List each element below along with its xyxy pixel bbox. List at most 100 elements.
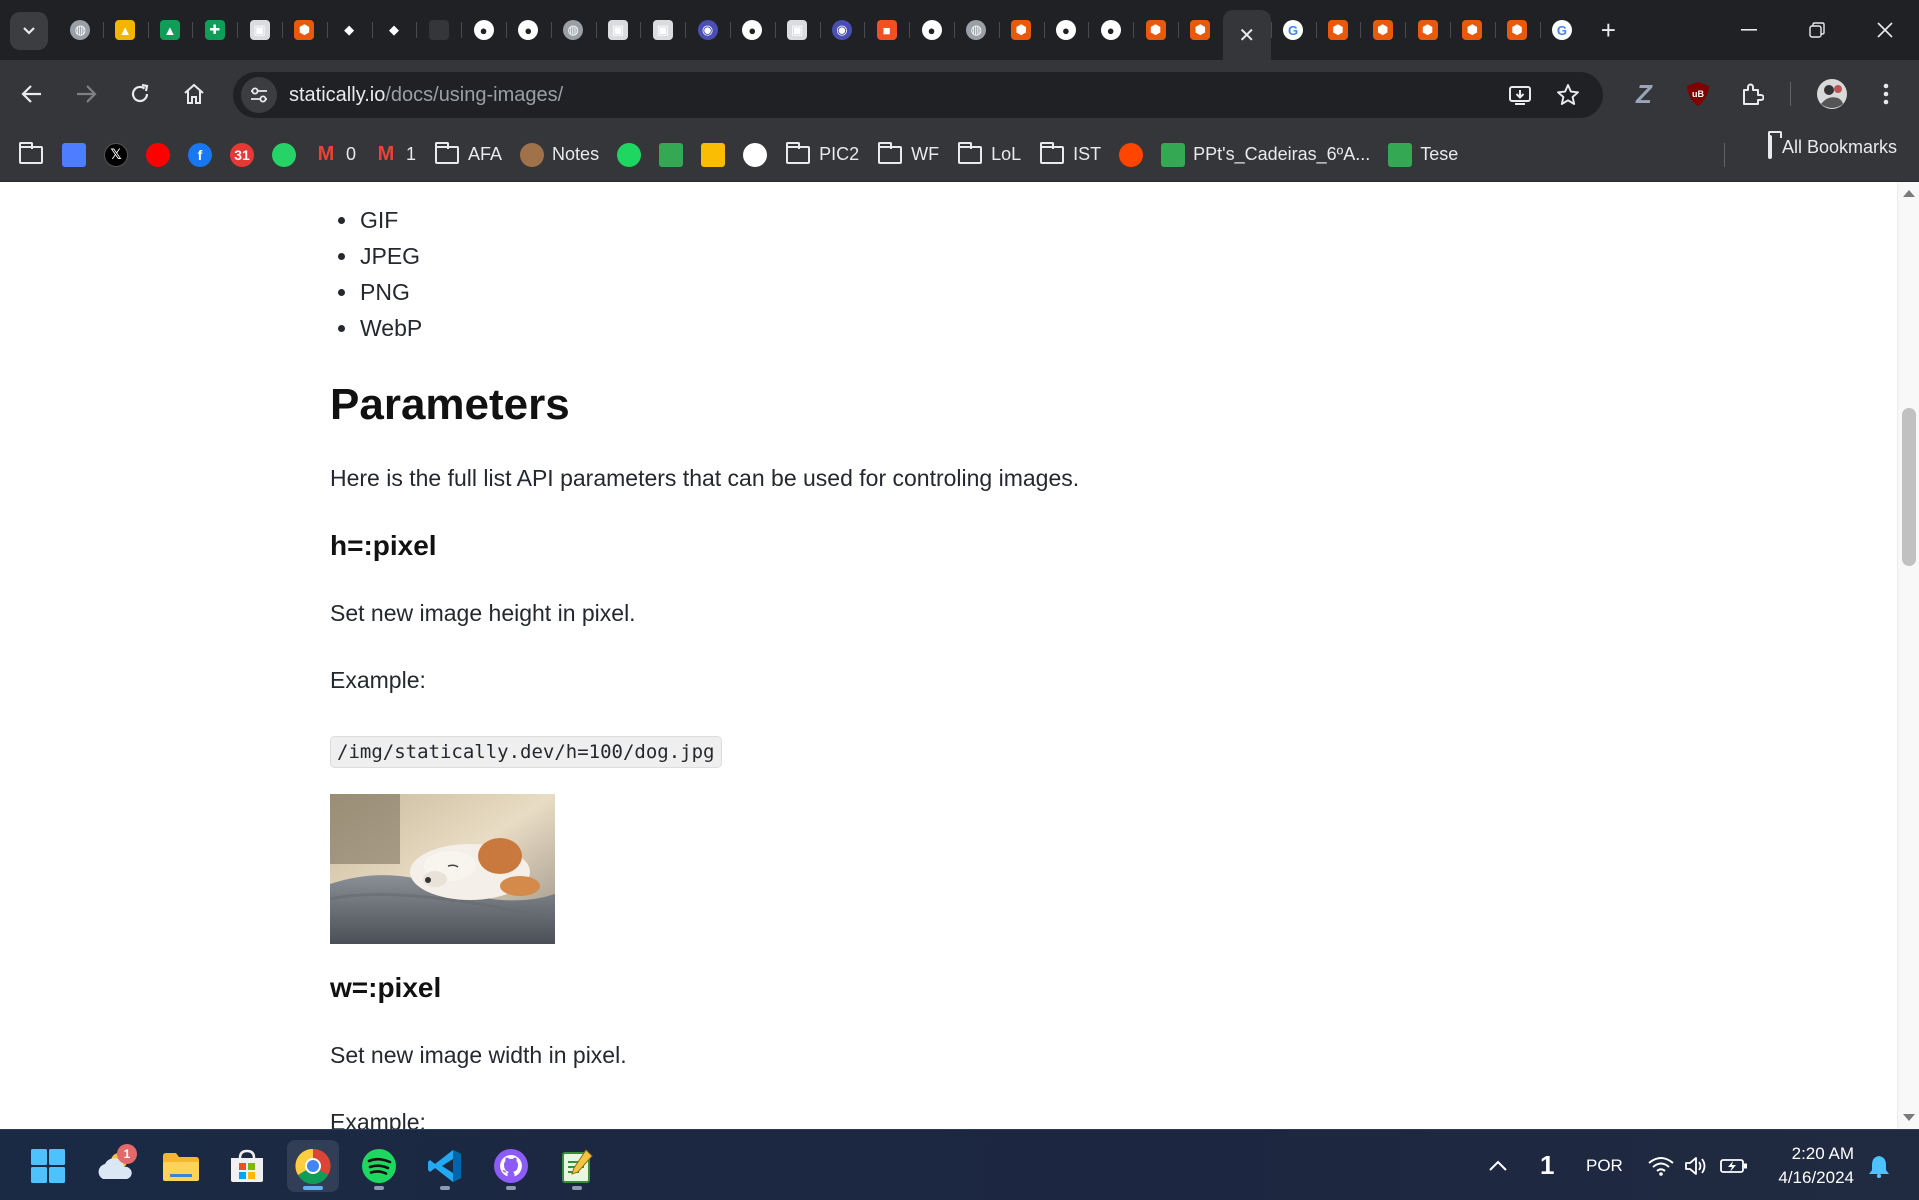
forward-button[interactable] [66, 74, 106, 114]
all-bookmarks-button[interactable]: All Bookmarks [1767, 135, 1897, 159]
browser-tab[interactable]: G [1270, 10, 1316, 50]
bookmark-item[interactable]: f [188, 137, 212, 173]
address-bar[interactable]: statically.io/docs/using-images/ [233, 72, 1603, 118]
taskbar-spotify[interactable] [353, 1140, 405, 1192]
bookmark-item[interactable] [272, 137, 296, 173]
browser-tab[interactable]: ⬢ [1449, 10, 1495, 50]
bookmark-item[interactable]: Notes [520, 137, 599, 173]
browser-tab[interactable]: ● [461, 10, 506, 50]
browser-tab[interactable]: ⬢ [1360, 10, 1405, 50]
page-scrollbar[interactable] [1897, 182, 1919, 1129]
format-list-item: GIF [330, 202, 422, 238]
url-text[interactable]: statically.io/docs/using-images/ [289, 84, 563, 107]
browser-tab[interactable]: ◉ [819, 10, 865, 50]
taskbar-file-explorer[interactable] [155, 1140, 207, 1192]
bookmark-star-button[interactable] [1553, 80, 1583, 110]
bookmark-item[interactable]: AFA [434, 137, 502, 173]
bookmark-item[interactable]: WF [877, 137, 939, 173]
bookmark-item[interactable] [617, 137, 642, 173]
bookmark-item[interactable] [659, 137, 684, 173]
browser-tab[interactable]: ● [505, 10, 551, 50]
browser-tab[interactable]: ⬢ [1177, 10, 1223, 50]
bookmark-item[interactable] [146, 137, 170, 173]
scrollbar-thumb[interactable] [1902, 408, 1916, 566]
notifications-button[interactable] [1868, 1130, 1890, 1200]
network-button[interactable] [1648, 1130, 1674, 1200]
install-app-button[interactable] [1505, 80, 1535, 110]
clock[interactable]: 2:20 AM 4/16/2024 [1764, 1142, 1854, 1190]
start-button[interactable] [22, 1140, 74, 1192]
new-tab-button[interactable]: + [1588, 10, 1628, 50]
browser-tab[interactable]: ◆ [326, 10, 372, 50]
minimize-button[interactable] [1715, 0, 1783, 60]
bookmark-item[interactable]: Tese [1388, 137, 1458, 173]
browser-tab[interactable]: ▲ [147, 10, 193, 50]
close-window-button[interactable] [1851, 0, 1919, 60]
browser-tab[interactable]: ▣ [595, 10, 641, 50]
taskbar-vscode[interactable] [419, 1140, 471, 1192]
bookmark-item[interactable]: 𝕏 [104, 137, 128, 173]
browser-tab[interactable]: ✚ [192, 10, 237, 50]
bookmark-item[interactable]: IST [1039, 137, 1101, 173]
browser-tab[interactable]: ⬢ [1494, 10, 1540, 50]
site-info-button[interactable] [241, 77, 277, 113]
bookmark-item[interactable]: 31 [230, 137, 254, 173]
browser-tab[interactable]: ● [909, 10, 954, 50]
bookmark-item[interactable] [743, 137, 768, 173]
active-tab[interactable]: ✕ [1222, 10, 1271, 60]
tab-search-button[interactable] [10, 12, 48, 50]
scroll-up-arrow[interactable] [1903, 190, 1915, 197]
bookmark-item[interactable]: PPt's_Cadeiras_6ºA... [1161, 137, 1370, 173]
bookmark-item[interactable]: M1 [374, 137, 416, 173]
browser-tab[interactable]: ◉ [685, 10, 730, 50]
bookmark-item[interactable] [62, 137, 86, 173]
back-button[interactable] [12, 74, 52, 114]
browser-tab[interactable]: ■ [864, 10, 909, 50]
restore-button[interactable] [1783, 0, 1851, 60]
reload-button[interactable] [120, 74, 160, 114]
taskbar-notepad[interactable] [551, 1140, 603, 1192]
browser-tab[interactable]: ◍ [550, 10, 596, 50]
extensions-button[interactable] [1736, 78, 1768, 110]
browser-tab[interactable]: G [1539, 10, 1585, 50]
taskbar-github-desktop[interactable] [485, 1140, 537, 1192]
browser-tab[interactable]: ⬢ [1405, 10, 1450, 50]
bookmark-item[interactable] [18, 137, 44, 173]
battery-button[interactable] [1720, 1130, 1748, 1200]
browser-tab[interactable]: ◍ [58, 10, 103, 50]
browser-tab[interactable]: ⬢ [1315, 10, 1361, 50]
browser-tab[interactable]: ▣ [237, 10, 282, 50]
profile-button[interactable] [1816, 78, 1848, 110]
extension-ublock[interactable]: uB [1682, 78, 1714, 110]
language-indicator[interactable]: POR [1586, 1130, 1623, 1200]
chrome-menu-button[interactable] [1870, 78, 1902, 110]
taskbar-microsoft-store[interactable] [221, 1140, 273, 1192]
bookmark-label: AFA [468, 144, 503, 164]
bookmark-item[interactable]: LoL [957, 137, 1021, 173]
taskbar-chrome[interactable] [287, 1140, 339, 1192]
home-button[interactable] [174, 74, 214, 114]
browser-tab[interactable]: ⬢ [1133, 10, 1178, 50]
browser-tab[interactable] [416, 10, 461, 50]
browser-tab[interactable]: ▲ [102, 10, 148, 50]
tray-number-indicator[interactable]: 1 [1540, 1130, 1554, 1200]
browser-tab[interactable]: ▣ [640, 10, 685, 50]
bookmark-item[interactable]: PIC2 [785, 137, 859, 173]
extension-z[interactable]: Z [1628, 78, 1660, 110]
volume-button[interactable] [1684, 1130, 1708, 1200]
bookmark-item[interactable] [701, 137, 726, 173]
browser-tab[interactable]: ◍ [953, 10, 999, 50]
show-hidden-icons-button[interactable] [1488, 1130, 1508, 1200]
browser-tab[interactable]: ◆ [371, 10, 417, 50]
browser-tab[interactable]: ● [1043, 10, 1089, 50]
browser-tab[interactable]: ● [1088, 10, 1133, 50]
browser-tab[interactable]: ⬢ [281, 10, 327, 50]
bookmark-item[interactable]: M0 [314, 137, 356, 173]
bookmark-item[interactable] [1119, 137, 1144, 173]
scroll-down-arrow[interactable] [1903, 1114, 1915, 1121]
weather-widget[interactable]: 1 [89, 1140, 141, 1192]
close-tab-icon[interactable]: ✕ [1238, 23, 1255, 48]
browser-tab[interactable]: ⬢ [998, 10, 1044, 50]
browser-tab[interactable]: ● [729, 10, 775, 50]
browser-tab[interactable]: ▣ [774, 10, 820, 50]
